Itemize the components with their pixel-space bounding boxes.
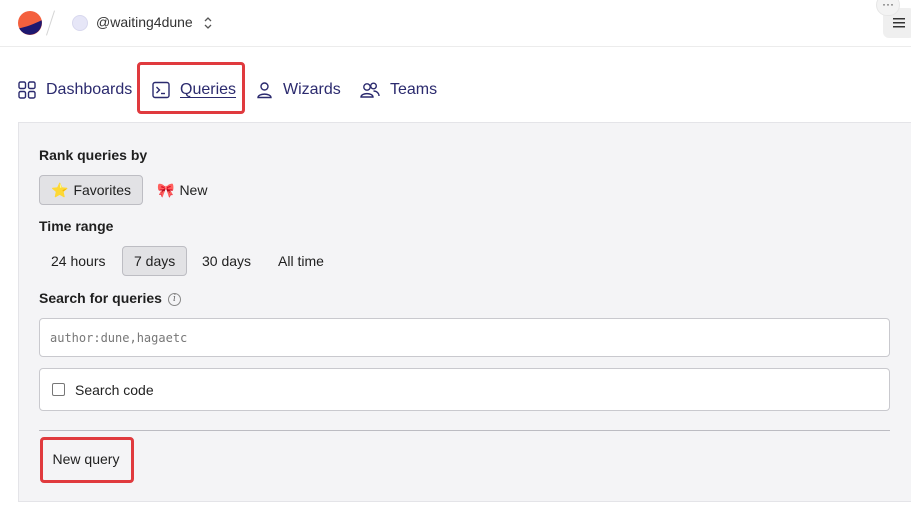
query-filter-panel: Rank queries by ⭐ Favorites 🎀 New Time r…	[18, 122, 911, 502]
rank-favorites-label: Favorites	[73, 182, 132, 198]
time-30-days-label: 30 days	[202, 253, 252, 269]
dune-logo[interactable]	[18, 11, 42, 35]
time-7-days-button[interactable]: 7 days	[122, 246, 188, 276]
time-30-days-button[interactable]: 30 days	[190, 246, 263, 276]
chevron-updown-icon[interactable]	[202, 14, 214, 32]
people-icon	[360, 82, 380, 98]
rank-label: Rank queries by	[39, 147, 148, 163]
breadcrumb-separator	[46, 10, 55, 36]
star-icon: ⭐	[51, 182, 69, 198]
new-query-highlight-box	[40, 437, 134, 483]
tab-wizards[interactable]: Wizards	[256, 72, 341, 108]
rank-new-button[interactable]: 🎀 New	[145, 175, 219, 205]
tab-dashboards[interactable]: Dashboards	[18, 72, 132, 108]
search-queries-label: Search for queries	[39, 290, 162, 306]
person-icon	[257, 82, 272, 99]
dashboards-grid-icon	[18, 81, 36, 99]
divider	[39, 430, 890, 431]
time-all-time-label: All time	[278, 253, 324, 269]
search-code-checkbox[interactable]	[52, 383, 65, 396]
hamburger-menu-icon	[893, 18, 905, 28]
time-7-days-label: 7 days	[134, 253, 176, 269]
username-label[interactable]: @waiting4dune	[96, 14, 193, 30]
time-range-label: Time range	[39, 218, 114, 234]
search-queries-input[interactable]	[39, 318, 890, 357]
time-all-time-button[interactable]: All time	[266, 246, 336, 276]
search-queries-heading: Search for queries i	[39, 290, 181, 306]
tab-wizards-label: Wizards	[283, 81, 341, 98]
time-24-hours-label: 24 hours	[51, 253, 106, 269]
top-bar: @waiting4dune ···	[0, 0, 911, 47]
avatar[interactable]	[72, 15, 88, 31]
rank-favorites-button[interactable]: ⭐ Favorites	[39, 175, 144, 205]
search-code-option[interactable]: Search code	[39, 368, 890, 411]
queries-highlight-box	[137, 62, 245, 114]
time-24-hours-button[interactable]: 24 hours	[39, 246, 117, 276]
ribbon-icon: 🎀	[157, 182, 175, 198]
rank-new-label: New	[179, 182, 208, 198]
tab-dashboards-label: Dashboards	[46, 81, 133, 98]
main-nav: Dashboards Queries Wizards Teams	[0, 62, 911, 118]
search-code-label: Search code	[75, 381, 154, 398]
info-icon[interactable]: i	[167, 292, 181, 306]
tab-teams[interactable]: Teams	[360, 72, 437, 108]
tab-teams-label: Teams	[390, 81, 438, 98]
